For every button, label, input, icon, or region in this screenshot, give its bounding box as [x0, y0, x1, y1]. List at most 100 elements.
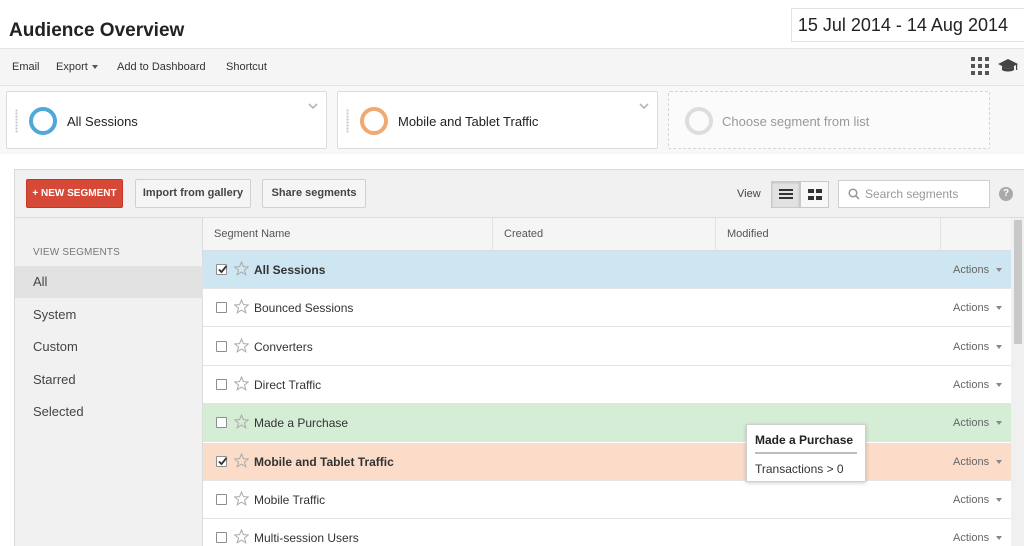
table-row[interactable]: Multi-session Users Actions: [203, 519, 1011, 546]
table-row[interactable]: Bounced Sessions Actions: [203, 289, 1011, 328]
segment-name[interactable]: Multi-session Users: [254, 531, 359, 545]
checkbox[interactable]: [216, 340, 227, 352]
import-from-gallery-button[interactable]: Import from gallery: [135, 179, 251, 208]
chevron-down-icon[interactable]: [308, 102, 318, 110]
actions-dropdown[interactable]: Actions: [953, 302, 1003, 315]
date-range-picker[interactable]: 15 Jul 2014 - 14 Aug 2014: [790, 8, 1024, 42]
actions-label: Actions: [953, 493, 990, 506]
table-row[interactable]: Converters Actions: [203, 327, 1011, 366]
segment-label: All Sessions: [67, 114, 138, 129]
chevron-down-icon: [996, 268, 1003, 273]
table-row[interactable]: Mobile and Tablet Traffic Actions: [203, 442, 1011, 481]
segment-ring-icon: [29, 107, 57, 135]
view-segments-sidebar: VIEW SEGMENTS All System Custom Starred …: [15, 218, 203, 546]
view-label: View: [737, 188, 761, 200]
search-icon: [848, 188, 860, 200]
checkbox[interactable]: [216, 302, 227, 314]
sidebar-item-selected[interactable]: Selected: [15, 396, 203, 428]
scrollbar-thumb[interactable]: [1014, 220, 1022, 344]
drag-handle-icon[interactable]: [15, 109, 18, 133]
actions-dropdown[interactable]: Actions: [953, 379, 1003, 391]
add-to-dashboard-button[interactable]: Add to Dashboard: [117, 61, 206, 73]
segment-card-mobile-tablet[interactable]: Mobile and Tablet Traffic: [337, 91, 658, 149]
actions-dropdown[interactable]: Actions: [953, 417, 1003, 430]
segment-card-all-sessions[interactable]: All Sessions: [6, 91, 327, 149]
segments-bar: All Sessions Mobile and Tablet Traffic C…: [0, 86, 1024, 154]
chevron-down-icon: [996, 306, 1003, 311]
graduation-cap-icon[interactable]: [998, 58, 1018, 74]
table-row[interactable]: Made a Purchase Actions: [203, 404, 1011, 443]
segment-name[interactable]: All Sessions: [254, 263, 325, 277]
chevron-down-icon: [996, 344, 1003, 349]
tile-view-button[interactable]: [800, 181, 829, 208]
column-header-modified[interactable]: Modified: [716, 218, 941, 251]
new-segment-button[interactable]: + NEW SEGMENT: [26, 179, 123, 208]
segment-ring-icon: [685, 107, 713, 135]
sidebar-item-starred[interactable]: Starred: [15, 364, 203, 396]
chevron-down-icon: [996, 382, 1003, 387]
page-title: Audience Overview: [9, 20, 185, 41]
star-icon[interactable]: [234, 375, 249, 391]
segment-ring-icon: [360, 107, 388, 135]
sidebar-item-all[interactable]: All: [15, 266, 203, 298]
actions-label: Actions: [953, 417, 990, 430]
actions-label: Actions: [953, 302, 990, 315]
scrollbar[interactable]: [1011, 218, 1024, 546]
star-icon[interactable]: [234, 529, 249, 544]
sidebar-item-custom[interactable]: Custom: [15, 331, 203, 363]
table-row[interactable]: Direct Traffic Actions: [203, 365, 1011, 404]
actions-dropdown[interactable]: Actions: [953, 340, 1003, 353]
checkbox[interactable]: [216, 532, 227, 544]
actions-dropdown[interactable]: Actions: [953, 493, 1003, 506]
sidebar-item-system[interactable]: System: [15, 299, 203, 331]
table-row[interactable]: Mobile Traffic Actions: [203, 480, 1011, 519]
actions-label: Actions: [953, 455, 990, 468]
segment-name[interactable]: Mobile Traffic: [254, 493, 325, 507]
export-button[interactable]: Export: [56, 61, 98, 73]
search-segments-box: [838, 180, 990, 208]
segment-panel-toolbar: + NEW SEGMENT Import from gallery Share …: [15, 170, 1024, 218]
list-icon: [779, 189, 793, 199]
actions-dropdown[interactable]: Actions: [953, 532, 1003, 544]
chevron-down-icon: [996, 459, 1003, 464]
checkbox[interactable]: [216, 417, 227, 429]
segments-table: Segment Name Created Modified All Sessio…: [203, 218, 1011, 546]
actions-label: Actions: [953, 340, 990, 353]
star-icon[interactable]: [234, 299, 249, 315]
drag-handle-icon[interactable]: [346, 109, 349, 133]
checkbox[interactable]: [216, 378, 227, 390]
email-button[interactable]: Email: [12, 61, 40, 73]
tooltip-divider: [755, 452, 857, 454]
grid-icon[interactable]: [971, 57, 989, 75]
chevron-down-icon[interactable]: [639, 102, 649, 110]
star-icon[interactable]: [234, 337, 249, 353]
table-row[interactable]: All Sessions Actions: [203, 251, 1011, 289]
segment-name[interactable]: Converters: [254, 340, 313, 354]
actions-dropdown[interactable]: Actions: [953, 455, 1003, 468]
segment-name[interactable]: Direct Traffic: [254, 378, 321, 392]
segment-name[interactable]: Made a Purchase: [254, 416, 348, 430]
column-header-segment-name[interactable]: Segment Name: [203, 218, 493, 251]
segment-picker-panel: + NEW SEGMENT Import from gallery Share …: [14, 169, 1024, 546]
search-segments-input[interactable]: [865, 185, 985, 203]
column-header-created[interactable]: Created: [493, 218, 716, 251]
star-icon[interactable]: [234, 490, 249, 506]
header: Audience Overview 15 Jul 2014 - 14 Aug 2…: [0, 0, 1024, 48]
checkbox[interactable]: [216, 493, 227, 505]
export-label: Export: [56, 61, 88, 73]
share-segments-button[interactable]: Share segments: [262, 179, 366, 208]
help-icon[interactable]: ?: [999, 187, 1013, 201]
segment-name[interactable]: Bounced Sessions: [254, 301, 353, 315]
star-icon[interactable]: [234, 452, 249, 468]
star-icon[interactable]: [234, 414, 249, 430]
segment-label: Choose segment from list: [722, 114, 870, 129]
checkbox-checked[interactable]: [216, 264, 228, 275]
checkbox-checked[interactable]: [216, 455, 228, 467]
segment-name[interactable]: Mobile and Tablet Traffic: [254, 455, 394, 469]
checkmark-icon: [218, 265, 228, 274]
choose-segment-slot[interactable]: Choose segment from list: [668, 91, 990, 149]
actions-dropdown[interactable]: Actions: [953, 264, 1003, 276]
star-icon[interactable]: [234, 261, 249, 276]
shortcut-button[interactable]: Shortcut: [226, 61, 267, 73]
list-view-button[interactable]: [771, 181, 800, 208]
